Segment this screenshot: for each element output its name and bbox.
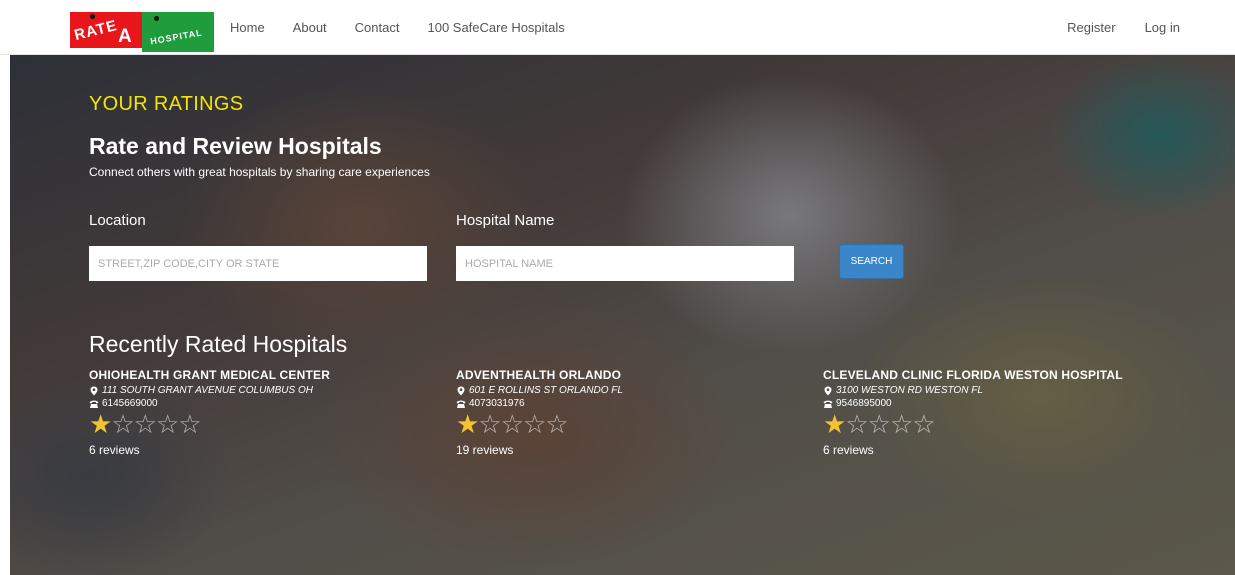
star-icon-filled: ★ [823,409,846,439]
login-link[interactable]: Log in [1145,20,1180,35]
location-input[interactable] [89,246,427,281]
hospital-name-label: Hospital Name [456,212,555,229]
star-rating: ★☆☆☆☆ [823,411,1123,437]
phone-icon [89,400,99,408]
hospital-address-text: 601 E ROLLINS ST ORLANDO FL [469,385,623,396]
hospital-phone: 4073031976 [456,398,623,409]
star-icon-filled: ★ [89,409,112,439]
hero-kicker: YOUR RATINGS [89,93,244,115]
hero-title: Rate and Review Hospitals [89,133,382,159]
star-icon-empty: ☆ [845,409,868,439]
hospital-address-text: 3100 WESTON RD WESTON FL [836,385,983,396]
star-icon-empty: ☆ [155,409,179,439]
phone-icon [823,400,833,408]
nav-about-link[interactable]: About [293,20,327,35]
review-count: 6 reviews [89,443,140,457]
register-link[interactable]: Register [1067,20,1115,35]
hero-subtitle: Connect others with great hospitals by s… [89,165,430,179]
hospital-phone-text: 9546895000 [836,398,892,409]
nav-home-link[interactable]: Home [230,20,265,35]
navbar: RATE A HOSPITAL Home About Contact 100 S… [0,0,1235,55]
hospital-address: 3100 WESTON RD WESTON FL [823,385,1123,396]
search-button[interactable]: SEARCH [839,244,904,279]
review-count: 19 reviews [456,443,514,457]
location-label: Location [89,212,146,229]
site-logo[interactable]: RATE A HOSPITAL [70,8,215,52]
star-icon-filled: ★ [456,409,479,439]
hero-banner: YOUR RATINGS Rate and Review Hospitals C… [10,55,1235,575]
star-icon-empty: ☆ [522,409,546,439]
hospital-address: 601 E ROLLINS ST ORLANDO FL [456,385,623,396]
star-rating: ★☆☆☆☆ [89,411,330,437]
nav-contact-link[interactable]: Contact [355,20,400,35]
nav-links: Home About Contact 100 SafeCare Hospital… [230,0,593,55]
star-icon-empty: ☆ [111,409,134,439]
map-marker-icon [90,386,98,395]
star-icon-empty: ☆ [133,409,157,439]
star-icon-empty: ☆ [889,409,913,439]
star-icon-empty: ☆ [867,409,891,439]
star-icon-empty: ☆ [178,409,201,439]
hospital-phone-text: 4073031976 [469,398,525,409]
hospital-name-input[interactable] [456,246,794,281]
map-marker-icon [824,386,832,395]
star-icon-empty: ☆ [545,409,568,439]
hospital-address: 111 SOUTH GRANT AVENUE COLUMBUS OH [89,385,330,396]
star-icon-empty: ☆ [478,409,501,439]
hospital-card[interactable]: OHIOHEALTH GRANT MEDICAL CENTER 111 SOUT… [89,368,330,457]
star-icon-empty: ☆ [912,409,935,439]
hospital-name[interactable]: CLEVELAND CLINIC FLORIDA WESTON HOSPITAL [823,368,1123,382]
hospital-card[interactable]: ADVENTHEALTH ORLANDO 601 E ROLLINS ST OR… [456,368,623,457]
logo-dot [154,16,159,21]
logo-dot [90,14,95,19]
star-icon-empty: ☆ [500,409,524,439]
recently-rated-title: Recently Rated Hospitals [89,331,348,357]
hospital-phone: 9546895000 [823,398,1123,409]
hospital-name[interactable]: ADVENTHEALTH ORLANDO [456,368,623,382]
map-marker-icon [457,386,465,395]
logo-text-a: A [118,26,132,47]
page: RATE A HOSPITAL Home About Contact 100 S… [0,0,1235,575]
hospital-card[interactable]: CLEVELAND CLINIC FLORIDA WESTON HOSPITAL… [823,368,1123,457]
nav-account-links: Register Log in [1038,0,1180,55]
hospital-address-text: 111 SOUTH GRANT AVENUE COLUMBUS OH [102,385,313,396]
star-rating: ★☆☆☆☆ [456,411,623,437]
nav-safecare-link[interactable]: 100 SafeCare Hospitals [427,20,564,35]
phone-icon [456,400,466,408]
hospital-name[interactable]: OHIOHEALTH GRANT MEDICAL CENTER [89,368,330,382]
hospital-phone-text: 6145669000 [102,398,158,409]
hospital-phone: 6145669000 [89,398,330,409]
review-count: 6 reviews [823,443,874,457]
